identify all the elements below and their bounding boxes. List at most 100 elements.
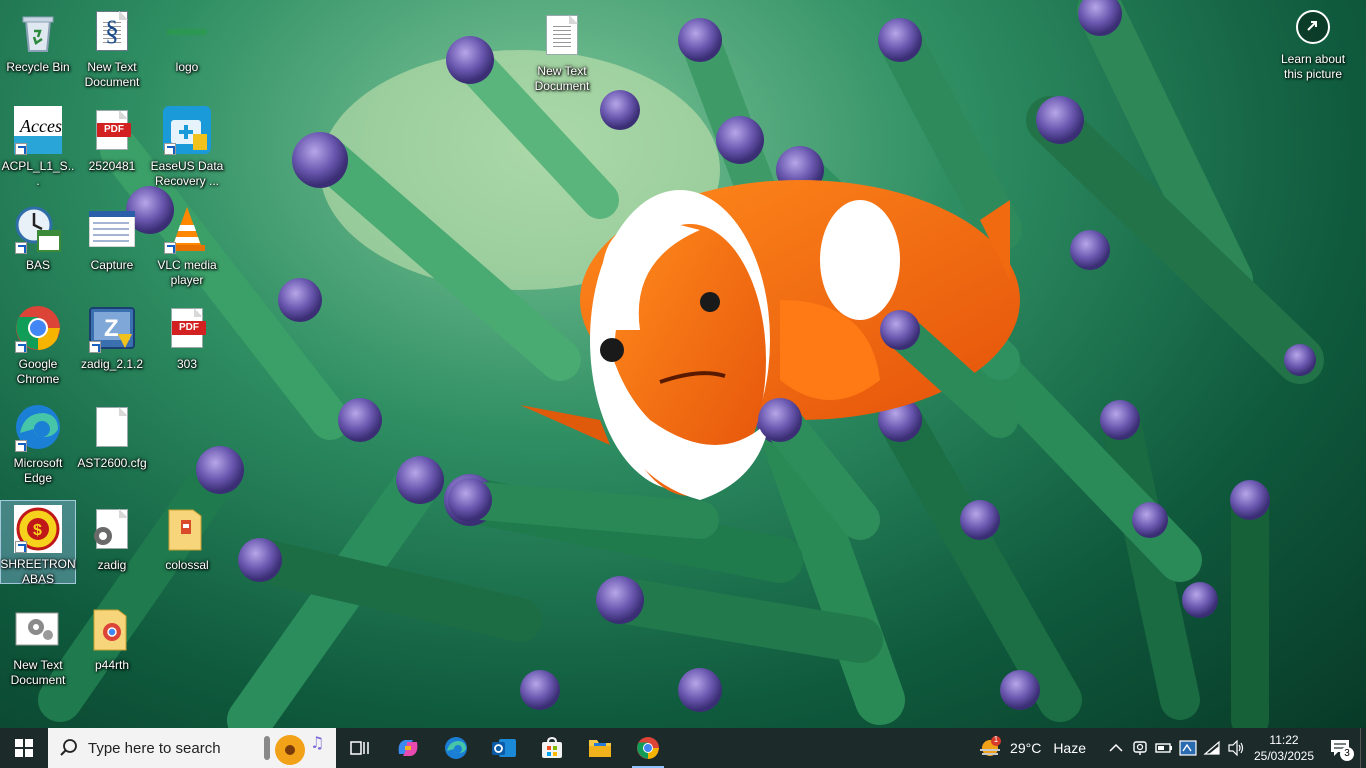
desktop-icon-label: EaseUS Data Recovery ... [150, 159, 224, 188]
clock-time: 11:22 [1269, 733, 1299, 747]
taskbar-copilot[interactable] [384, 728, 432, 768]
desktop-icon-zadig-2-1-2[interactable]: Z zadig_2.1.2 [74, 299, 150, 372]
desktop-icon-label: colossal [165, 558, 209, 572]
desktop-icon-google-chrome[interactable]: Google Chrome [0, 299, 76, 387]
task-view-button[interactable] [336, 728, 384, 768]
taskbar-outlook[interactable] [480, 728, 528, 768]
taskbar-chrome[interactable] [624, 728, 672, 768]
edge-icon [13, 402, 63, 452]
desktop-icon-303[interactable]: PDF 303 [149, 299, 225, 372]
tray-battery[interactable] [1152, 728, 1176, 768]
desktop-icon-recycle-bin[interactable]: Recycle Bin [0, 2, 76, 75]
language-keyboard-icon [1179, 740, 1197, 756]
show-desktop-button[interactable] [1360, 728, 1366, 768]
camera-info-icon [1296, 10, 1330, 44]
learn-about-picture-label: Learn about this picture [1280, 52, 1346, 81]
image-file-icon [162, 6, 212, 56]
desktop-icon-2520481[interactable]: PDF 2520481 [74, 101, 150, 174]
taskbar-edge[interactable] [432, 728, 480, 768]
text-document-icon [537, 10, 587, 60]
desktop-icon-label: logo [175, 60, 199, 74]
shortcut-arrow-icon [164, 143, 176, 155]
search-placeholder: Type here to search [88, 739, 221, 757]
desktop-icon-label: zadig [97, 558, 127, 572]
shortcut-arrow-icon [164, 242, 176, 254]
tray-meet-now[interactable] [1128, 728, 1152, 768]
tray-volume[interactable] [1224, 728, 1248, 768]
zadig-app-icon: Z [87, 303, 137, 353]
clock-date: 25/03/2025 [1253, 749, 1315, 763]
desktop-icon-label: Microsoft Edge [13, 456, 63, 485]
desktop-icon-acpl[interactable]: Access ACPL_L1_S... [0, 101, 76, 189]
desktop-icon-shreetron-abas[interactable]: $ SHREETRON ABAS [0, 500, 76, 586]
weather-alert-count: 1 [993, 735, 999, 744]
desktop-icon-microsoft-edge[interactable]: Microsoft Edge [0, 398, 76, 486]
desktop-icon-new-text-document-3[interactable]: New Text Document [0, 600, 76, 688]
desktop-icon-logo[interactable]: logo [149, 2, 225, 75]
desktop-icon-label: 303 [176, 357, 198, 371]
desktop-icon-capture[interactable]: Capture [74, 200, 150, 273]
taskbar-clock[interactable]: 11:22 25/03/2025 [1248, 732, 1320, 764]
text-document-icon: § [87, 6, 137, 56]
desktop-icon-new-text-document-1[interactable]: § New Text Document [74, 2, 150, 90]
weather-temperature: 29°C [1010, 740, 1042, 756]
chevron-up-icon [1109, 743, 1123, 752]
weather-widget[interactable]: 1 29°C Haze [978, 735, 1086, 760]
shreetron-logo-icon: $ [13, 505, 63, 553]
desktop-icon-label: VLC media player [157, 258, 217, 287]
shortcut-arrow-icon [15, 341, 27, 353]
settings-file-icon [87, 504, 137, 554]
shortcut-arrow-icon [15, 242, 27, 254]
file-explorer-icon [589, 740, 611, 757]
search-highlight-music-icon: ♫ [264, 733, 324, 765]
desktop-icon-label: Capture [90, 258, 134, 272]
desktop-icon-label: BAS [25, 258, 50, 272]
store-icon [542, 736, 562, 758]
desktop-icon-new-text-document-2[interactable]: New Text Document [524, 6, 600, 94]
image-file-icon [87, 204, 137, 254]
svg-text:$: $ [33, 522, 42, 539]
taskbar-store[interactable] [528, 728, 576, 768]
search-icon [60, 739, 78, 757]
tray-network[interactable] [1200, 728, 1224, 768]
windows-logo-icon [15, 739, 33, 757]
start-button[interactable] [0, 728, 48, 768]
show-hidden-icons-button[interactable] [1104, 728, 1128, 768]
taskbar-file-explorer[interactable] [576, 728, 624, 768]
desktop-icon-zadig[interactable]: zadig [74, 500, 150, 573]
copilot-icon [398, 740, 418, 756]
shortcut-arrow-icon [15, 541, 27, 553]
recycle-bin-icon [13, 6, 63, 56]
easeus-app-icon [162, 105, 212, 155]
learn-about-picture-button[interactable]: Learn about this picture [1274, 10, 1352, 82]
speaker-icon [1228, 740, 1244, 756]
desktop-icon-easeus[interactable]: EaseUS Data Recovery ... [149, 101, 225, 189]
desktop-icon-label: zadig_2.1.2 [80, 357, 144, 371]
chrome-icon [13, 303, 63, 353]
desktop-icon-label: SHREETRON ABAS [0, 557, 76, 586]
webcam-icon [1133, 741, 1147, 755]
taskbar-search-box[interactable]: Type here to search ♫ [48, 728, 336, 768]
system-tray: 1 29°C Haze 11:22 25/03/2025 3 [978, 728, 1366, 768]
notification-count-badge: 3 [1340, 747, 1354, 761]
desktop-icon-label: AST2600.cfg [77, 456, 147, 470]
desktop-icon-ast2600-cfg[interactable]: AST2600.cfg [74, 398, 150, 471]
shortcut-arrow-icon [15, 143, 27, 155]
chrome-icon [637, 737, 659, 759]
desktop-icon-label: New Text Document [84, 60, 140, 89]
zip-folder-icon [162, 504, 212, 554]
desktop-icon-colossal[interactable]: colossal [149, 500, 225, 573]
desktop-icon-bas[interactable]: BAS [0, 200, 76, 273]
shortcut-arrow-icon [89, 341, 101, 353]
edge-icon [445, 737, 467, 759]
desktop-icon-label: 2520481 [88, 159, 136, 173]
desktop-icon-label: New Text Document [534, 64, 590, 93]
action-center-button[interactable]: 3 [1320, 728, 1360, 768]
shortcut-arrow-icon [15, 440, 27, 452]
desktop-icon-vlc[interactable]: VLC media player [149, 200, 225, 288]
vlc-cone-icon [162, 204, 212, 254]
desktop-icon-label: p44rth [94, 658, 130, 672]
tray-input-indicator[interactable] [1176, 728, 1200, 768]
desktop-icon-label: ACPL_L1_S... [1, 159, 75, 188]
desktop-icon-p44rth[interactable]: p44rth [74, 600, 150, 673]
